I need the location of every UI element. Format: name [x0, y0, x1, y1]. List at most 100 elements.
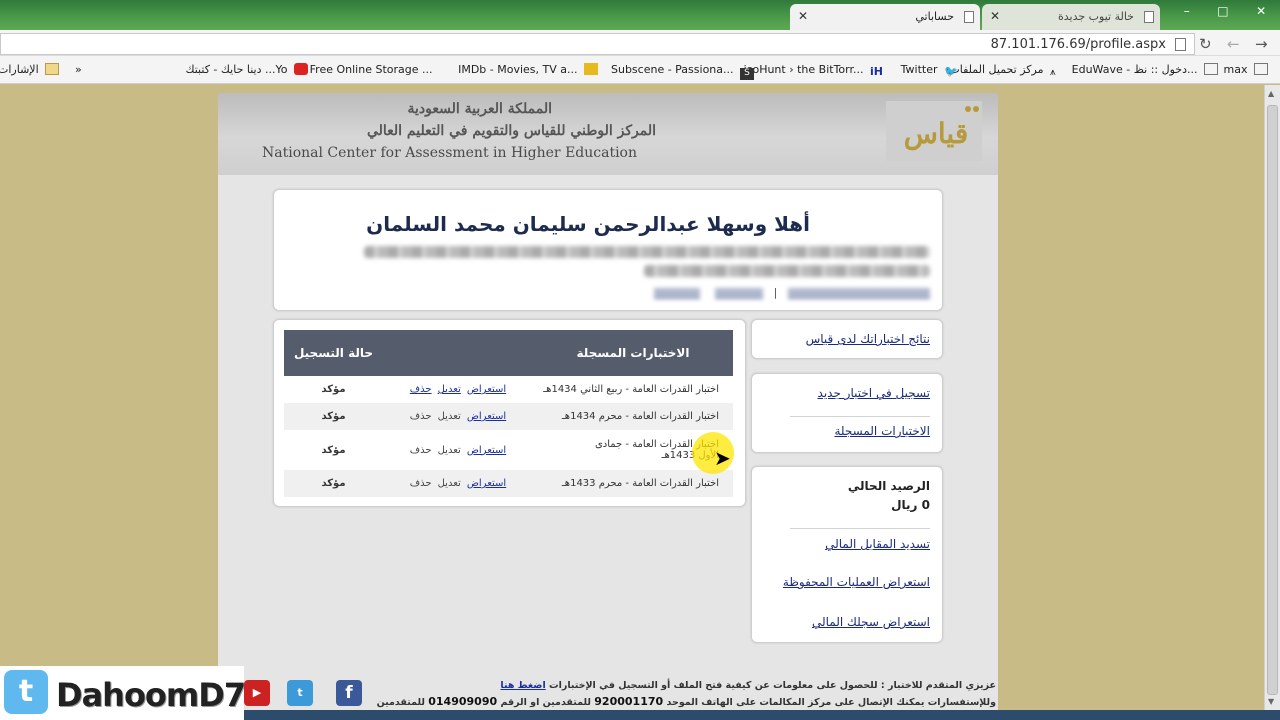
watermark-name: DahoomD7 [56, 676, 246, 714]
blurred-link[interactable] [654, 287, 700, 299]
status-cell: مؤكد [284, 403, 383, 430]
youtube-icon: ▶ [244, 680, 270, 706]
site-container: المملكة العربية السعودية المركز الوطني ل… [218, 93, 998, 710]
bookmark-label: IMDb - Movies, TV a... [458, 63, 578, 76]
page-icon [1204, 63, 1218, 75]
registered-tests-table: حالة التسجيل الاختبارات المسجلة مؤكد است… [284, 330, 733, 497]
test-name: اختبار القدرات العامة - محرم 1434هـ [533, 403, 733, 430]
channel-watermark: t DahoomD7 [0, 666, 246, 720]
bookmark-label: الإشارات [0, 63, 39, 76]
footer-line-2: وللإستفسارات يمكنك الإتصال على مركز المك… [376, 695, 996, 708]
delete-disabled: حذف [409, 411, 432, 422]
blurred-link[interactable] [788, 287, 930, 299]
folder-icon [45, 63, 60, 75]
close-window-button[interactable]: ✕ [1256, 4, 1266, 18]
view-link[interactable]: استعراض [467, 384, 506, 395]
balance-label: الرصيد الحالي [847, 479, 930, 493]
window-controls: – □ ✕ [1170, 0, 1280, 22]
table-row: مؤكد استعراضتعديلحذف اختبار القدرات العا… [284, 470, 733, 497]
registration-box: تسجيل في اختبار جديد الاختبارات المسجلة [751, 373, 943, 453]
subscene-icon: S [740, 68, 754, 80]
tab-new[interactable]: ✕ خالة تيوب جديدة [982, 4, 1160, 30]
actions-cell: استعراض تعديل حذف [383, 403, 533, 430]
results-link[interactable]: نتائج اختباراتك لدى قياس [806, 332, 930, 346]
blurred-user-details [644, 265, 930, 277]
bookmark-label: max [1223, 63, 1248, 76]
view-link[interactable]: استعراض [467, 478, 506, 489]
table-row: مؤكد استعراضتعديلحذف اختبار القدرات العا… [284, 376, 733, 403]
forward-arrow-icon[interactable]: ← [1227, 35, 1240, 53]
bookmark-item[interactable]: دينا حايك - كتبتك ...Yo [185, 63, 308, 76]
mouse-cursor-icon: ➤ [714, 446, 731, 470]
footer-help-link[interactable]: اضغط هنا [500, 680, 545, 691]
tab-close-icon[interactable]: ✕ [990, 9, 1000, 23]
facebook-icon: f [336, 680, 362, 706]
status-cell: مؤكد [284, 470, 383, 497]
bookmark-item[interactable]: مركز تحميل الملفات ⩚ [949, 63, 1064, 79]
bookmark-label: Subscene - Passiona... [610, 63, 734, 76]
actions-cell: استعراض تعديل حذف [383, 376, 533, 403]
site-footer: عزيزي المتقدم للاختبار : للحصول على معلو… [377, 678, 996, 711]
bookmark-label: Free Online Storage ... [309, 63, 433, 76]
scroll-thumb[interactable] [1267, 105, 1278, 695]
bookmark-item[interactable]: isoHunt › the BitTorr... iH [743, 63, 884, 78]
saved-operations-link[interactable]: استعراض العمليات المحفوظة [783, 575, 930, 589]
view-link[interactable]: استعراض [467, 445, 506, 456]
browser-tabstrip: ✕ حساباتي ✕ خالة تيوب جديدة – □ ✕ [0, 0, 1280, 30]
table-row: مؤكد استعراضتعديلحذف اختبار القدرات العا… [284, 430, 733, 470]
balance-value: 0 ريال [891, 498, 930, 512]
os-taskbar [244, 710, 1280, 720]
status-cell: مؤكد [321, 384, 346, 395]
table-row: مؤكد استعراضتعديلحذف اختبار القدرات العا… [284, 403, 733, 430]
actions-cell: استعراض تعديل حذف [383, 470, 533, 497]
welcome-title: أهلا وسهلا عبدالرحمن سليمان محمد السلمان [366, 212, 810, 236]
twitter-bird-icon: t [4, 670, 48, 714]
call-center-number: 920001170 [594, 695, 664, 708]
view-link[interactable]: استعراض [467, 411, 506, 422]
scroll-down-icon[interactable]: ▼ [1268, 697, 1274, 706]
registered-tests-panel: حالة التسجيل الاختبارات المسجلة مؤكد است… [273, 319, 746, 507]
pay-fees-link[interactable]: تسديد المقابل المالي [825, 537, 930, 551]
tab-label: خالة تيوب جديدة [1058, 10, 1134, 23]
reload-icon[interactable]: ↻ [1199, 35, 1212, 53]
bookmark-label: isoHunt › the BitTorr... [743, 63, 864, 76]
vertical-scrollbar[interactable]: ▲ ▼ [1264, 85, 1280, 710]
financial-log-link[interactable]: استعراض سجلك المالي [812, 615, 930, 629]
register-new-test-link[interactable]: تسجيل في اختبار جديد [818, 386, 930, 400]
tab-label: حساباتي [915, 10, 954, 23]
delete-link[interactable]: حذف [410, 384, 432, 395]
tab-close-icon[interactable]: ✕ [798, 9, 808, 23]
profile-links: | [654, 286, 930, 299]
blurred-link[interactable] [715, 287, 763, 299]
twitter-icon: 🐦 [944, 65, 958, 78]
test-name: اختبار القدرات العامة - محرم 1433هـ [533, 470, 733, 497]
registered-tests-link[interactable]: الاختبارات المسجلة [834, 424, 930, 438]
blurred-user-details [364, 246, 930, 258]
url-text: 87.101.176.69/profile.aspx [990, 37, 1166, 52]
bookmark-item[interactable]: Twitter 🐦 [901, 63, 958, 78]
bookmarks-overflow-button[interactable]: » [75, 63, 82, 76]
results-box: نتائج اختباراتك لدى قياس [751, 319, 943, 359]
back-arrow-icon[interactable]: → [1255, 35, 1268, 53]
bookmark-item[interactable]: Subscene - Passiona... S [611, 63, 754, 80]
bookmark-item[interactable]: max [1224, 63, 1268, 76]
scroll-up-icon[interactable]: ▲ [1268, 89, 1274, 98]
edit-link[interactable]: تعديل [438, 384, 461, 395]
status-column-header: حالة التسجيل [284, 330, 383, 376]
bookmark-item[interactable]: الإشارات [0, 63, 60, 76]
bookmark-item[interactable]: Free Online Storage ... [310, 63, 453, 76]
edit-disabled: تعديل [437, 444, 461, 456]
edit-disabled: تعديل [437, 478, 461, 489]
address-bar[interactable]: 87.101.176.69/profile.aspx [0, 33, 1195, 55]
isohunt-icon: iH [870, 65, 883, 78]
welcome-panel: أهلا وسهلا عبدالرحمن سليمان محمد السلمان… [273, 189, 943, 311]
bookmark-item[interactable]: IMDb - Movies, TV a... [458, 63, 598, 76]
bookmark-item[interactable]: EduWave - دخول :: نظ... [1072, 63, 1218, 76]
tab-profile[interactable]: ✕ حساباتي [790, 4, 980, 30]
bookmark-label: مركز تحميل الملفات [949, 63, 1044, 76]
page-icon [964, 11, 974, 23]
maximize-button[interactable]: □ [1217, 4, 1228, 18]
header-center-arabic: المركز الوطني للقياس والتقويم في التعليم… [366, 123, 656, 139]
bookmark-label: دينا حايك - كتبتك ...Yo [185, 63, 288, 76]
minimize-button[interactable]: – [1184, 4, 1190, 18]
